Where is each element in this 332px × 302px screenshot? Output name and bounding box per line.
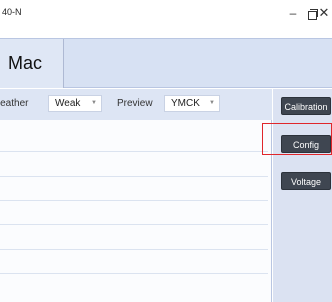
row-divider [0, 273, 268, 274]
feather-value: Weak [55, 98, 81, 109]
preview-label: Preview [117, 98, 153, 109]
voltage-button[interactable]: Voltage [281, 172, 331, 190]
app-tab-mac[interactable]: Mac [0, 39, 64, 88]
row-divider [0, 200, 268, 201]
chevron-down-icon: ▼ [91, 100, 97, 106]
chevron-down-icon: ▼ [209, 100, 215, 106]
options-bar: Feather Weak ▼ Preview YMCK ▼ [0, 89, 272, 120]
feather-dropdown[interactable]: Weak ▼ [48, 95, 102, 112]
preview-value: YMCK [171, 98, 200, 109]
feather-label: Feather [0, 98, 29, 109]
app-tab-label: Mac [8, 53, 43, 73]
close-icon: ✕ [318, 5, 330, 20]
config-highlight-box [262, 123, 332, 155]
calibration-button[interactable]: Calibration [281, 97, 331, 115]
minimize-icon: – [289, 6, 297, 20]
window-title: 40-N [2, 7, 22, 17]
title-bar: 40-N – ✕ [0, 0, 332, 28]
row-divider [0, 224, 268, 225]
side-panel: Calibration Config Voltage [273, 89, 332, 302]
header-band: Mac [0, 38, 332, 88]
row-divider [0, 176, 268, 177]
preview-dropdown[interactable]: YMCK ▼ [164, 95, 220, 112]
main-list [0, 120, 272, 302]
close-button[interactable]: ✕ [313, 4, 332, 22]
row-divider [0, 249, 268, 250]
row-divider [0, 151, 268, 152]
